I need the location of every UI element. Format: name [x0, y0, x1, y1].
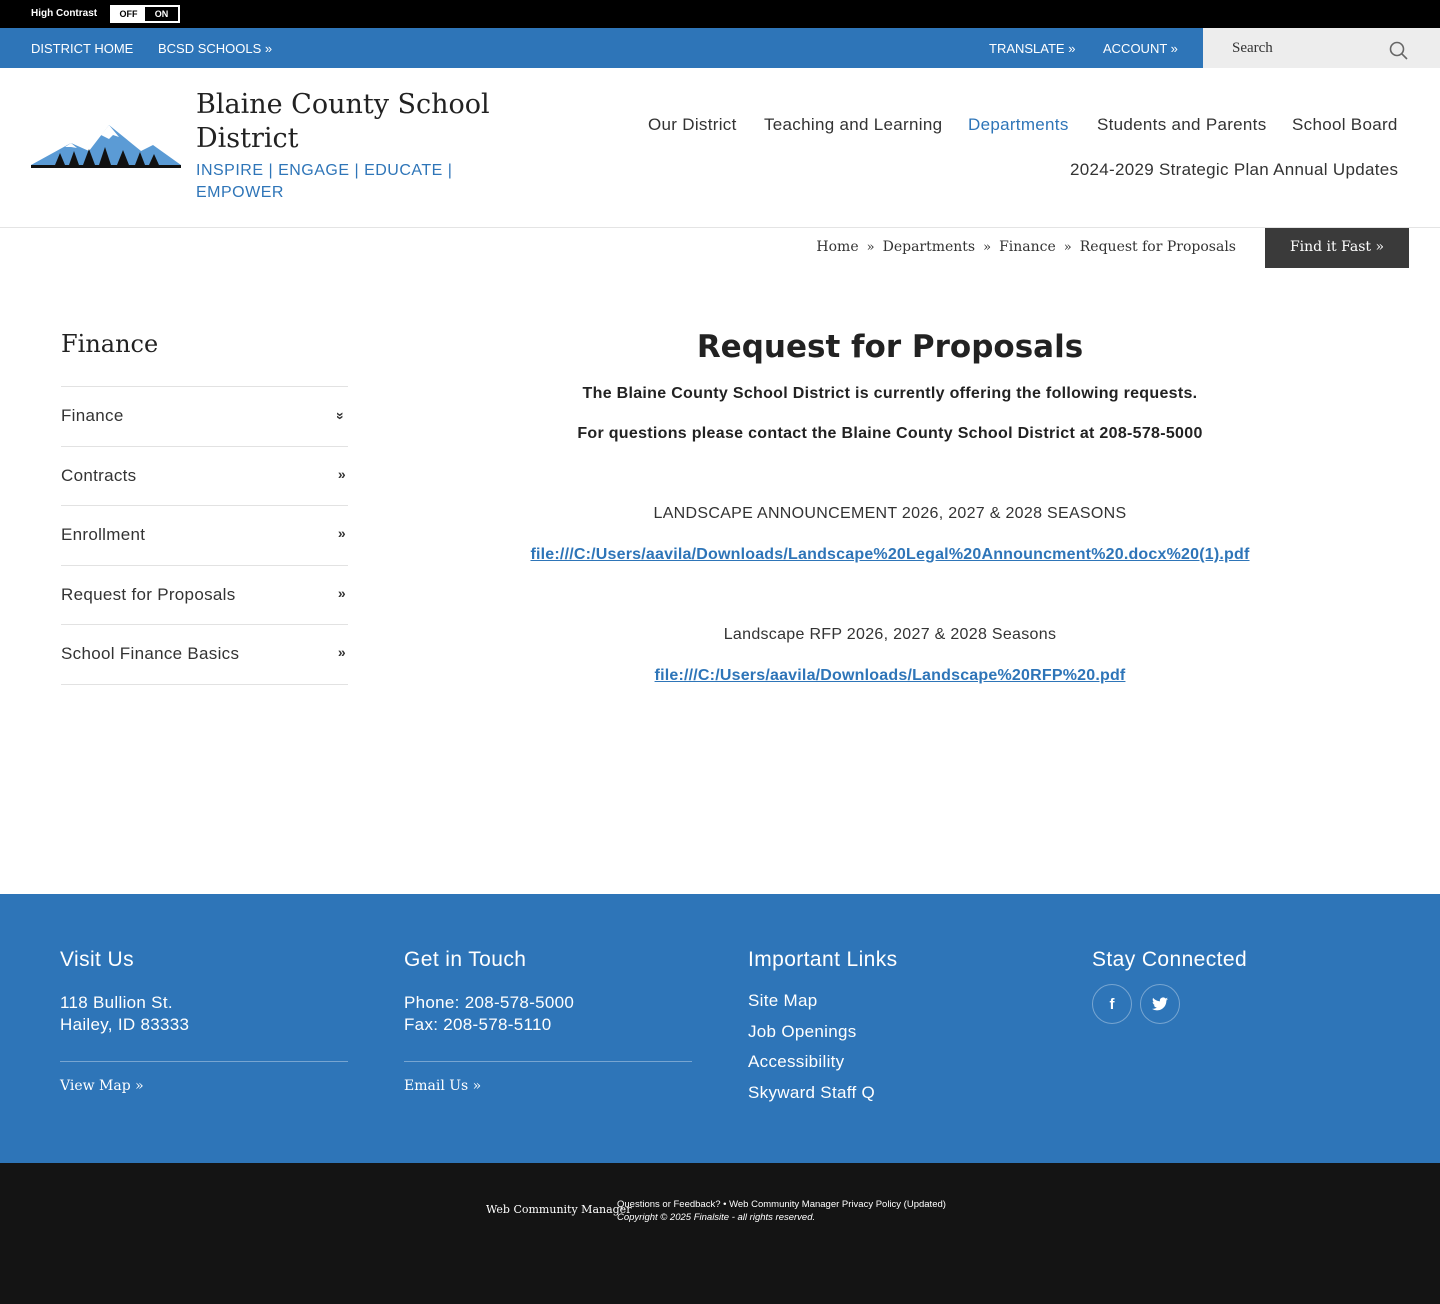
breadcrumb-separator: » [983, 239, 992, 255]
feedback-privacy-links[interactable]: Questions or Feedback? • Web Community M… [617, 1198, 946, 1211]
search-icon[interactable] [1388, 40, 1410, 62]
divider [404, 1061, 692, 1062]
bottom-bar: Web Community Manager Questions or Feedb… [0, 1163, 1440, 1304]
utility-bar: DISTRICT HOME BCSD SCHOOLS » TRANSLATE »… [0, 28, 1440, 68]
sidebar-item-label: Contracts [61, 465, 137, 485]
sidebar-item-label: Finance [61, 406, 124, 425]
social-links: f [1092, 984, 1380, 1024]
search-input[interactable] [1203, 28, 1393, 68]
sidebar-item-finance[interactable]: Finance » [61, 387, 349, 447]
contact-text: For questions please contact the Blaine … [577, 425, 1203, 442]
sidebar-item-label: Request for Proposals [61, 584, 236, 604]
footer-important-links: Important Links Site Map Job Openings Ac… [748, 948, 1036, 1108]
breadcrumb-separator: » [866, 239, 875, 255]
address-line: Hailey, ID 83333 [60, 1015, 190, 1034]
twitter-icon[interactable] [1140, 984, 1180, 1024]
job-openings-link[interactable]: Job Openings [748, 1017, 1036, 1048]
footer-get-in-touch: Get in Touch Phone: 208-578-5000 Fax: 20… [404, 948, 692, 1094]
chevron-right-icon: » [337, 644, 346, 660]
breadcrumb: Home » Departments » Finance » Request f… [816, 239, 1236, 255]
district-home-link[interactable]: DISTRICT HOME [31, 41, 133, 56]
rfp-item-title: Landscape RFP 2026, 2027 & 2028 Seasons [723, 626, 1057, 643]
page-title: Request for Proposals [696, 329, 1084, 365]
bottom-links: Questions or Feedback? • Web Community M… [617, 1198, 946, 1224]
skyward-staff-link[interactable]: Skyward Staff Q [748, 1078, 1036, 1109]
intro-text: The Blaine County School District is cur… [582, 385, 1198, 402]
nav-teaching-learning[interactable]: Teaching and Learning [764, 115, 942, 135]
fax-number: Fax: 208-578-5110 [404, 1015, 552, 1034]
nav-students-parents[interactable]: Students and Parents [1097, 115, 1267, 135]
rfp-item-link[interactable]: file:///C:/Users/aavila/Downloads/Landsc… [655, 667, 1126, 684]
copyright-text: Copyright © 2025 Finalsite - all rights … [617, 1212, 816, 1223]
site-map-link[interactable]: Site Map [748, 986, 1036, 1017]
rfp-item-link[interactable]: file:///C:/Users/aavila/Downloads/Landsc… [530, 546, 1249, 563]
nav-departments[interactable]: Departments [968, 115, 1069, 135]
web-community-manager-logo[interactable]: Web Community Manager [486, 1203, 631, 1216]
find-it-fast-button[interactable]: Find it Fast » [1265, 228, 1409, 268]
site-footer: Visit Us 118 Bullion St. Hailey, ID 8333… [0, 894, 1440, 1163]
breadcrumb-separator: » [1063, 239, 1072, 255]
contrast-bar: High Contrast OFF ON [0, 0, 1440, 28]
high-contrast-label: High Contrast [31, 8, 98, 19]
view-map-link[interactable]: View Map » [60, 1078, 348, 1094]
breadcrumb-home[interactable]: Home [816, 239, 858, 255]
translate-link[interactable]: TRANSLATE » [989, 41, 1075, 56]
district-logo-icon[interactable] [31, 125, 181, 173]
tagline: INSPIRE | ENGAGE | EDUCATE | EMPOWER [196, 162, 453, 201]
rfp-item-title: LANDSCAPE ANNOUNCEMENT 2026, 2027 & 2028… [653, 505, 1127, 522]
footer-heading: Get in Touch [404, 948, 527, 971]
site-name[interactable]: Blaine County School District [196, 88, 496, 156]
footer-heading: Visit Us [60, 948, 134, 971]
chevron-right-icon: » [337, 525, 346, 541]
main-content: Request for Proposals The Blaine County … [400, 325, 1380, 685]
chevron-down-icon[interactable]: » [333, 412, 349, 420]
divider [60, 1061, 348, 1062]
footer-visit-us: Visit Us 118 Bullion St. Hailey, ID 8333… [60, 948, 348, 1094]
nav-strategic-plan[interactable]: 2024-2029 Strategic Plan Annual Updates [1070, 160, 1398, 180]
sidebar-title: Finance [61, 330, 159, 358]
footer-heading: Stay Connected [1092, 948, 1248, 971]
high-contrast-toggle[interactable]: OFF ON [110, 5, 180, 23]
sidebar-item-label: School Finance Basics [61, 644, 240, 663]
chevron-right-icon: » [337, 465, 346, 482]
footer-heading: Important Links [748, 948, 898, 971]
footer-stay-connected: Stay Connected f [1092, 948, 1380, 1024]
chevron-right-icon: » [337, 584, 346, 601]
phone-number: Phone: 208-578-5000 [404, 993, 575, 1012]
account-link[interactable]: ACCOUNT » [1103, 41, 1178, 56]
sidebar-item-request-for-proposals[interactable]: Request for Proposals » [61, 566, 348, 625]
nav-school-board[interactable]: School Board [1292, 115, 1398, 135]
contrast-on[interactable]: ON [145, 7, 178, 21]
accessibility-link[interactable]: Accessibility [748, 1047, 1036, 1078]
breadcrumb-departments[interactable]: Departments [883, 239, 976, 255]
sidebar-nav: Finance » Contracts » Enrollment » Reque… [61, 386, 349, 685]
breadcrumb-finance[interactable]: Finance [999, 239, 1056, 255]
address-line: 118 Bullion St. [60, 993, 173, 1012]
sidebar-item-school-finance-basics[interactable]: School Finance Basics » [61, 625, 348, 685]
bcsd-schools-link[interactable]: BCSD SCHOOLS » [158, 41, 272, 56]
email-us-link[interactable]: Email Us » [404, 1078, 692, 1094]
nav-our-district[interactable]: Our District [648, 115, 737, 135]
contrast-off[interactable]: OFF [112, 7, 145, 21]
sidebar-item-contracts[interactable]: Contracts » [61, 447, 348, 506]
facebook-icon[interactable]: f [1092, 984, 1132, 1024]
sidebar-item-label: Enrollment [61, 525, 146, 544]
sidebar-item-enrollment[interactable]: Enrollment » [61, 506, 348, 566]
site-header: Blaine County School District INSPIRE | … [0, 68, 1440, 228]
breadcrumb-current: Request for Proposals [1079, 239, 1236, 255]
